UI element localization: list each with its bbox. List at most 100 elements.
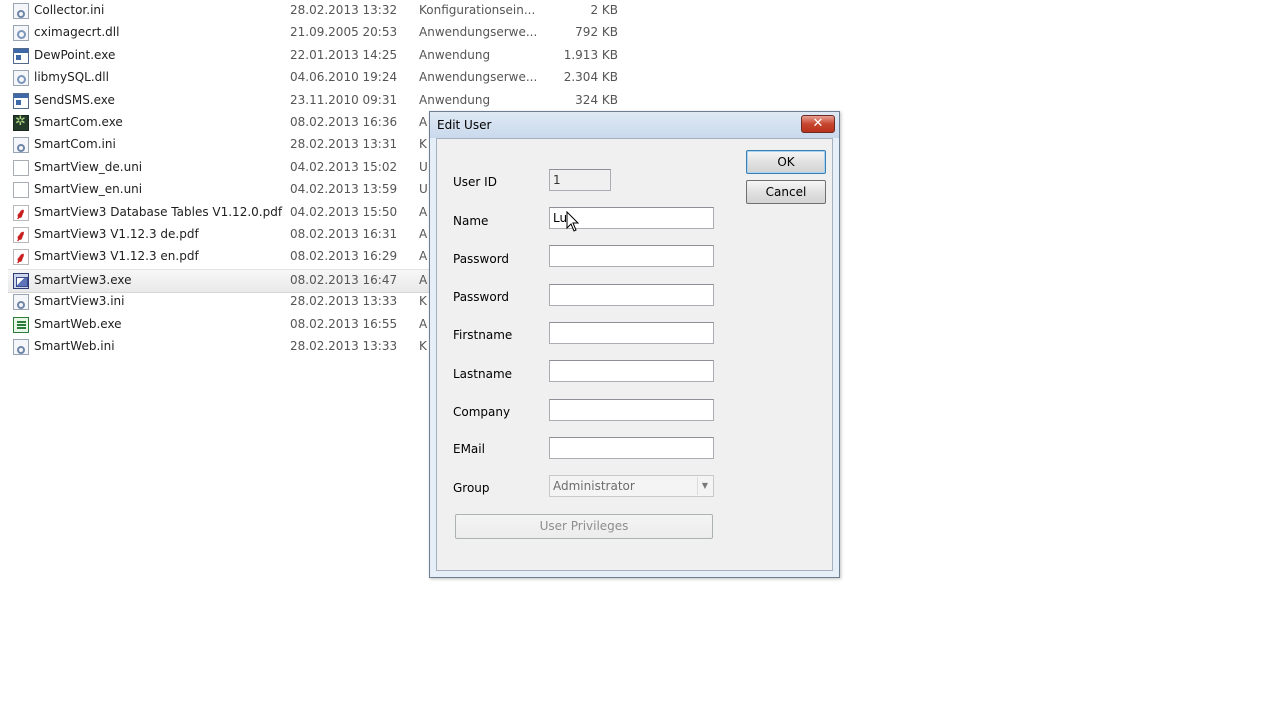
file-type: Anwendungserwe... <box>419 25 538 40</box>
file-name: SmartView3 V1.12.3 de.pdf <box>34 227 199 241</box>
file-row[interactable]: Collector.ini 28.02.2013 13:32 Konfigurati… <box>8 0 618 22</box>
file-row[interactable]: SmartView3.exe 08.02.2013 16:47 A <box>8 268 468 293</box>
dll-file-icon <box>13 25 29 42</box>
file-date: 28.02.2013 13:33 <box>290 294 398 309</box>
group-label: Group <box>453 481 490 495</box>
ini-file-icon <box>13 3 29 19</box>
file-row[interactable]: libmySQL.dll 04.06.2010 19:24 Anwendungser… <box>8 67 618 89</box>
file-name: SmartView_en.uni <box>34 182 143 197</box>
file-row[interactable]: SmartWeb.exe 08.02.2013 16:55 A <box>8 314 478 336</box>
pdf-file-icon <box>13 204 29 224</box>
file-name: libmySQL.dll <box>34 70 109 85</box>
file-date: 04.02.2013 15:50 <box>290 204 398 219</box>
mouse-pointer-icon <box>566 211 580 232</box>
company-input[interactable] <box>549 399 714 421</box>
user-id-value: 1 <box>553 173 561 187</box>
password-label: Password <box>453 252 510 266</box>
dll-file-icon <box>13 70 29 87</box>
file-date: 08.02.2013 16:47 <box>290 272 398 287</box>
user-id-label: User ID <box>453 175 497 189</box>
ini-file-icon <box>13 294 29 311</box>
file-date: 08.02.2013 16:29 <box>290 249 398 264</box>
dialog-client-area: User ID 1 Name Lu Password Password Firs… <box>436 138 833 571</box>
user-id-field: 1 <box>549 169 611 191</box>
password-input[interactable] <box>549 245 714 267</box>
file-date: 22.01.2013 14:25 <box>290 47 398 62</box>
chevron-down-icon: ▼ <box>697 477 712 495</box>
file-date: 08.02.2013 16:36 <box>290 115 398 129</box>
file-row[interactable]: SmartCom.exe08.02.2013 16:36A <box>8 112 478 134</box>
file-date: 04.06.2010 19:24 <box>290 70 398 85</box>
file-date: 04.02.2013 15:02 <box>290 159 398 174</box>
file-row[interactable]: SmartCom.ini 28.02.2013 13:31 K <box>8 134 478 156</box>
file-size: 2 KB <box>590 3 618 17</box>
smartcom-app-icon <box>13 114 29 131</box>
file-date: 28.02.2013 13:32 <box>290 3 398 17</box>
file-name: SmartCom.exe <box>34 115 123 129</box>
exe-file-icon <box>13 92 29 109</box>
file-type: Anwendung <box>419 92 491 107</box>
file-date: 28.02.2013 13:31 <box>290 137 398 152</box>
file-name: Collector.ini <box>34 3 105 17</box>
file-row[interactable]: SmartView3 V1.12.3 de.pdf 08.02.2013 16:3… <box>8 224 478 246</box>
file-size: 792 KB <box>575 25 618 40</box>
file-row[interactable]: SmartView_en.uni 04.02.2013 13:59 U <box>8 179 478 201</box>
pdf-file-icon <box>13 226 29 246</box>
pdf-file-icon <box>13 248 29 268</box>
file-row[interactable]: SmartView3.ini 28.02.2013 13:33 K <box>8 291 478 313</box>
lastname-input[interactable] <box>549 360 714 382</box>
file-name: SmartView3 Database Tables V1.12.0.pdf <box>34 204 283 219</box>
file-size: 1.913 KB <box>563 47 618 62</box>
file-row[interactable]: SmartView3 Database Tables V1.12.0.pdf 04… <box>8 202 478 224</box>
smartview-app-icon <box>13 272 29 289</box>
file-row[interactable]: SmartWeb.ini 28.02.2013 13:33 K <box>8 336 478 358</box>
dialog-title: Edit User <box>437 118 492 132</box>
email-label: EMail <box>453 442 485 456</box>
exe-file-icon <box>13 47 29 64</box>
group-select[interactable]: Administrator ▼ <box>549 475 714 497</box>
file-row[interactable]: SendSMS.exe 23.11.2010 09:31 Anwendung 324 … <box>8 90 618 112</box>
file-name: SmartView3.exe <box>34 272 132 287</box>
group-value: Administrator <box>553 479 635 493</box>
firstname-label: Firstname <box>453 328 513 342</box>
email-input[interactable] <box>549 437 714 459</box>
ini-file-icon <box>13 137 29 154</box>
file-row[interactable]: cximagecrt.dll 21.09.2005 20:53 Anwendungs… <box>8 22 618 44</box>
file-date: 23.11.2010 09:31 <box>290 92 398 107</box>
file-name: DewPoint.exe <box>34 47 116 62</box>
company-label: Company <box>453 405 511 419</box>
file-date: 08.02.2013 16:31 <box>290 227 398 241</box>
file-name: SmartWeb.ini <box>34 339 115 353</box>
firstname-input[interactable] <box>549 322 714 344</box>
file-size: 324 KB <box>575 92 618 107</box>
ok-button[interactable]: OK <box>746 150 826 174</box>
name-label: Name <box>453 214 489 228</box>
file-type: Anwendungserwe... <box>419 70 538 85</box>
file-name: SmartView_de.uni <box>34 159 143 174</box>
file-date: 28.02.2013 13:33 <box>290 339 398 353</box>
file-name: SmartWeb.exe <box>34 316 122 331</box>
cancel-button[interactable]: Cancel <box>746 180 826 204</box>
file-type: Konfigurationsein... <box>419 3 536 17</box>
password-confirm-input[interactable] <box>549 284 714 306</box>
file-size: 2.304 KB <box>563 70 618 85</box>
file-name: SmartCom.ini <box>34 137 116 152</box>
file-row[interactable]: DewPoint.exe 22.01.2013 14:25 Anwendung 1.9… <box>8 45 618 67</box>
ini-file-icon <box>13 339 29 355</box>
file-row[interactable]: SmartView_de.uni 04.02.2013 15:02 U <box>8 157 478 179</box>
file-date: 21.09.2005 20:53 <box>290 25 398 40</box>
user-privileges-button[interactable]: User Privileges <box>455 514 713 539</box>
file-name: cximagecrt.dll <box>34 25 120 40</box>
name-value: Lu <box>553 211 568 225</box>
file-name: SmartView3.ini <box>34 294 125 309</box>
close-button[interactable]: ✕ <box>801 115 835 133</box>
file-date: 04.02.2013 13:59 <box>290 182 398 197</box>
file-row[interactable]: SmartView3 V1.12.3 en.pdf 08.02.2013 16:2… <box>8 246 478 268</box>
uni-file-icon <box>13 159 29 176</box>
uni-file-icon <box>13 182 29 199</box>
dialog-titlebar[interactable]: Edit User ✕ <box>430 112 839 138</box>
smartweb-app-icon <box>13 316 29 333</box>
file-type: Anwendung <box>419 47 491 62</box>
file-date: 08.02.2013 16:55 <box>290 316 398 331</box>
password-confirm-label: Password <box>453 290 510 304</box>
